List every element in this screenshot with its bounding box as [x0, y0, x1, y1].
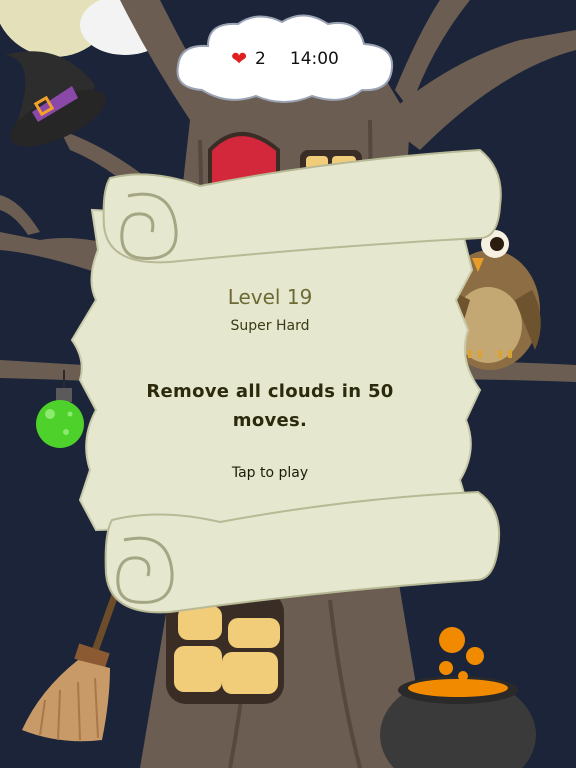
difficulty-label: Super Hard	[230, 318, 310, 334]
level-title: Level 19	[227, 285, 313, 309]
tap-to-play-prompt[interactable]: Tap to play	[120, 465, 420, 481]
level-scroll-card[interactable]: Level 19 Super Hard Remove all clouds in…	[0, 0, 576, 768]
level-objective: Remove all clouds in 50 moves.	[146, 381, 394, 431]
